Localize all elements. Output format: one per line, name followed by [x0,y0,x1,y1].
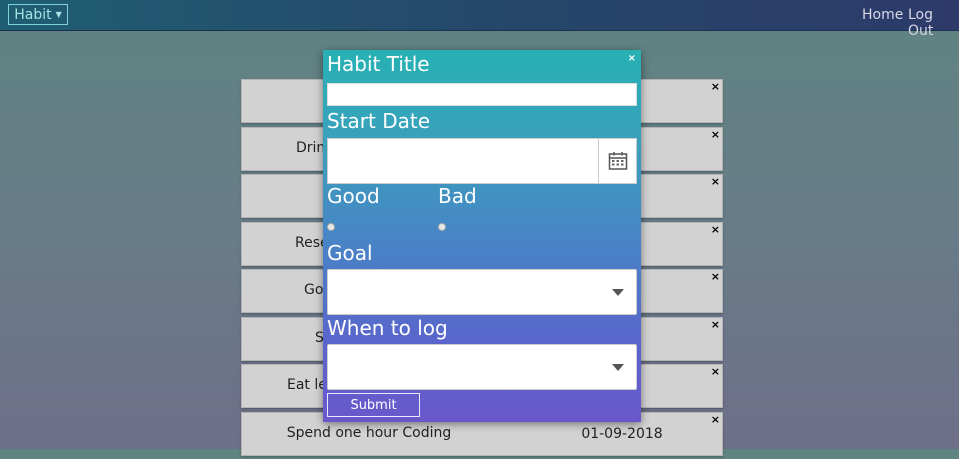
goal-select[interactable] [327,269,637,315]
delete-habit-icon[interactable]: × [711,413,720,426]
good-label: Good [327,184,380,208]
chevron-down-icon [612,289,624,296]
submit-button[interactable]: Submit [327,393,420,417]
good-radio[interactable] [327,223,335,231]
delete-habit-icon[interactable]: × [711,365,720,378]
delete-habit-icon[interactable]: × [711,128,720,141]
home-link[interactable]: Home [862,7,903,23]
logout-link[interactable]: Log Out [908,7,959,39]
delete-habit-icon[interactable]: × [711,175,720,188]
caret-down-icon: ▼ [55,10,62,19]
habit-dropdown-label: Habit [14,6,52,23]
top-navbar: Habit ▼ Home Log Out [0,0,959,39]
when-to-log-label: When to log [327,316,448,340]
habit-start-date: 01-09-2018 [581,425,663,442]
delete-habit-icon[interactable]: × [711,80,720,93]
chevron-down-icon [612,364,624,371]
when-to-log-select[interactable] [327,344,637,390]
start-date-input[interactable] [327,138,637,184]
bad-radio[interactable] [438,223,446,231]
delete-habit-icon[interactable]: × [711,223,720,236]
calendar-icon [608,152,627,170]
habit-title-input[interactable] [327,83,637,106]
close-icon[interactable]: × [628,53,636,64]
calendar-button[interactable] [598,139,636,183]
goal-label: Goal [327,241,373,265]
delete-habit-icon[interactable]: × [711,318,720,331]
delete-habit-icon[interactable]: × [711,270,720,283]
start-date-label: Start Date [327,109,431,133]
add-habit-modal: × Habit Title Start Date Good Bad Goal W… [323,50,641,422]
bad-label: Bad [438,184,477,208]
habit-title-label: Habit Title [327,52,430,76]
habit-dropdown-button[interactable]: Habit ▼ [8,4,68,25]
habit-title: Spend one hour Coding [286,424,452,441]
